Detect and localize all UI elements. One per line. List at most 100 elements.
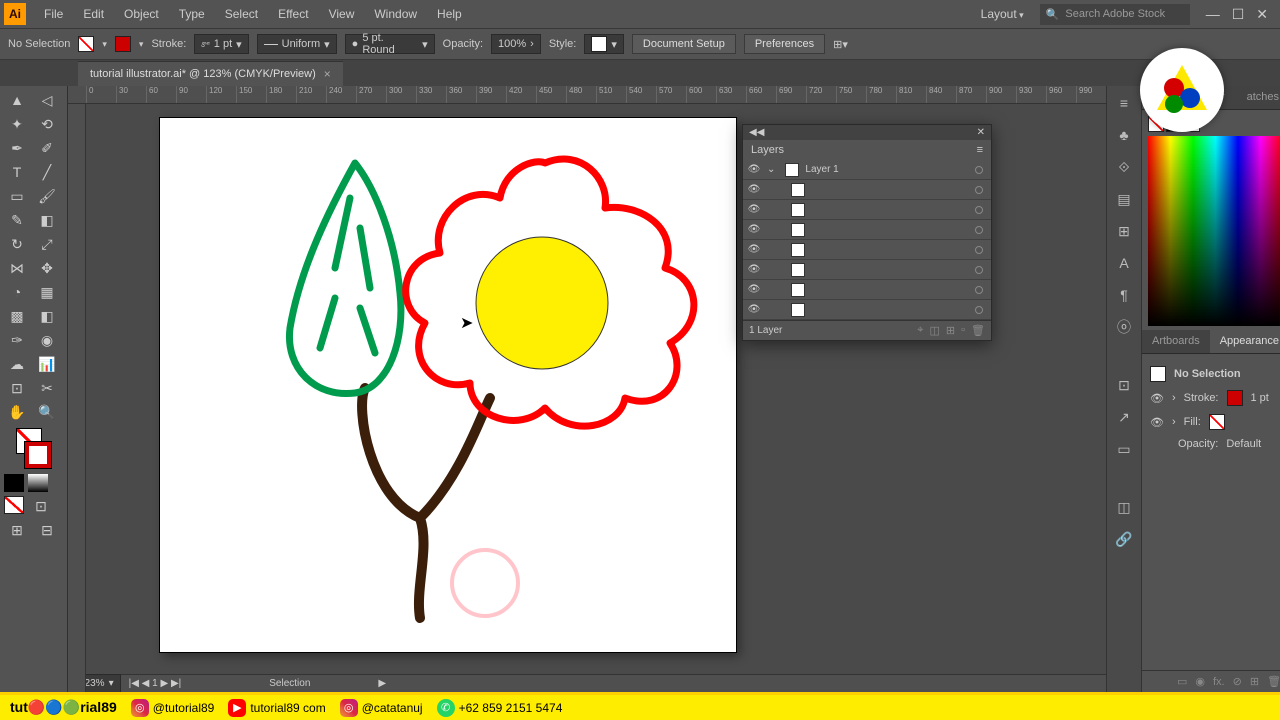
menu-select[interactable]: Select: [215, 3, 268, 25]
layers-tab[interactable]: Layers: [743, 140, 792, 160]
visibility-toggle[interactable]: 👁: [747, 264, 761, 275]
panel-close-icon[interactable]: ✕: [977, 127, 985, 138]
add-stroke-icon[interactable]: ▭: [1177, 675, 1187, 688]
shape-builder-tool[interactable]: ◔: [2, 280, 32, 304]
expand-layer[interactable]: ⌄: [767, 164, 775, 175]
perspective-tool[interactable]: ▦: [32, 280, 62, 304]
menu-type[interactable]: Type: [169, 3, 215, 25]
menu-file[interactable]: File: [34, 3, 73, 25]
fill-dropdown[interactable]: [102, 38, 107, 50]
fill-swatch[interactable]: [78, 36, 94, 52]
lasso-tool[interactable]: ⟲: [32, 112, 62, 136]
target-icon[interactable]: [975, 286, 983, 294]
trash-icon[interactable]: 🗑: [1267, 675, 1280, 688]
mesh-tool[interactable]: ▩: [2, 304, 32, 328]
appear-stroke-swatch[interactable]: [1227, 390, 1243, 406]
properties-icon[interactable]: ≡: [1113, 92, 1135, 114]
target-icon[interactable]: [975, 186, 983, 194]
color-mode-none[interactable]: [4, 496, 24, 514]
close-tab-icon[interactable]: ×: [324, 67, 331, 81]
artboards-panel-icon[interactable]: ▭: [1113, 438, 1135, 460]
menu-edit[interactable]: Edit: [73, 3, 114, 25]
appear-stroke-value[interactable]: 1 pt: [1251, 392, 1269, 404]
opacity-input[interactable]: 100%›: [491, 34, 541, 54]
target-icon[interactable]: [975, 266, 983, 274]
layer-name[interactable]: Layer 1: [805, 164, 838, 175]
tab-appearance[interactable]: Appearance: [1210, 330, 1280, 353]
layer-path-row[interactable]: 👁: [743, 200, 991, 220]
new-layer-icon[interactable]: ▫: [961, 324, 965, 337]
blend-tool[interactable]: ◉: [32, 328, 62, 352]
layer-path-row[interactable]: 👁: [743, 300, 991, 320]
align-panel-icon[interactable]: ▤: [1113, 188, 1135, 210]
layers-panel[interactable]: ◀◀✕ Layers≡ 👁⌄Layer 1👁👁👁👁👁👁👁 1 Layer ⌖ ◫…: [742, 124, 992, 341]
layer-path-row[interactable]: 👁: [743, 240, 991, 260]
edit-toolbar[interactable]: ⊟: [32, 518, 62, 542]
clear-icon[interactable]: ⊘: [1233, 675, 1242, 688]
appear-opacity-value[interactable]: Default: [1226, 438, 1261, 450]
direct-selection-tool[interactable]: ◁: [32, 88, 62, 112]
menu-view[interactable]: View: [319, 3, 365, 25]
type-tool[interactable]: T: [2, 160, 32, 184]
visibility-toggle[interactable]: 👁: [747, 164, 761, 175]
rotate-tool[interactable]: ↻: [2, 232, 32, 256]
stroke-swatch[interactable]: [115, 36, 131, 52]
maximize-button[interactable]: ☐: [1232, 6, 1245, 23]
color-spectrum[interactable]: [1148, 136, 1280, 326]
gradient-tool[interactable]: ◧: [32, 304, 62, 328]
menu-window[interactable]: Window: [364, 3, 427, 25]
shaper-tool[interactable]: ✎: [2, 208, 32, 232]
target-icon[interactable]: [975, 246, 983, 254]
target-icon[interactable]: [975, 166, 983, 174]
asset-export-icon[interactable]: ⊡: [1113, 374, 1135, 396]
paragraph-icon[interactable]: ¶: [1113, 284, 1135, 306]
layer-path-row[interactable]: 👁: [743, 180, 991, 200]
visibility-toggle[interactable]: 👁: [747, 244, 761, 255]
scroll-arrow[interactable]: ▶: [378, 678, 386, 689]
visibility-toggle[interactable]: 👁: [747, 184, 761, 195]
visibility-icon-2[interactable]: 👁: [1150, 416, 1164, 429]
search-stock-input[interactable]: 🔍 Search Adobe Stock: [1040, 4, 1190, 25]
line-tool[interactable]: ╱: [32, 160, 62, 184]
color-mode-gradient[interactable]: [28, 474, 48, 492]
column-graph-tool[interactable]: 📊: [32, 352, 62, 376]
width-tool[interactable]: ⋈: [2, 256, 32, 280]
menu-help[interactable]: Help: [427, 3, 472, 25]
make-clip-icon[interactable]: ◫: [930, 324, 940, 337]
layer-path-row[interactable]: 👁: [743, 260, 991, 280]
fx-icon[interactable]: fx.: [1213, 676, 1225, 688]
glyphs-icon[interactable]: ⓞ: [1113, 316, 1135, 338]
target-icon[interactable]: [975, 306, 983, 314]
expand-icon[interactable]: ›: [1172, 392, 1176, 404]
close-button[interactable]: ✕: [1256, 6, 1268, 23]
screen-mode-2[interactable]: ⊞: [2, 518, 32, 542]
expand-icon-2[interactable]: ›: [1172, 416, 1176, 428]
magic-wand-tool[interactable]: ✦: [2, 112, 32, 136]
transform-icon[interactable]: ⊞: [1113, 220, 1135, 242]
visibility-toggle[interactable]: 👁: [747, 224, 761, 235]
add-fill-icon[interactable]: ◉: [1195, 675, 1205, 688]
eyedropper-tool[interactable]: ✑: [2, 328, 32, 352]
minimize-button[interactable]: —: [1206, 6, 1220, 23]
selection-tool[interactable]: ▲: [2, 88, 32, 112]
rectangle-tool[interactable]: ▭: [2, 184, 32, 208]
layer-path-row[interactable]: 👁: [743, 220, 991, 240]
align-icon[interactable]: ⊞▾: [833, 38, 848, 51]
stroke-indicator[interactable]: [25, 442, 51, 468]
visibility-toggle[interactable]: 👁: [747, 304, 761, 315]
eraser-tool[interactable]: ◧: [32, 208, 62, 232]
scale-tool[interactable]: ⤢: [32, 232, 62, 256]
duplicate-icon[interactable]: ⊞: [1250, 675, 1259, 688]
layers-panel-icon[interactable]: ◫: [1113, 496, 1135, 518]
menu-object[interactable]: Object: [114, 3, 169, 25]
curvature-tool[interactable]: ✐: [32, 136, 62, 160]
artboard-nav[interactable]: |◀ ◀ 1 ▶ ▶|: [129, 678, 182, 689]
visibility-toggle[interactable]: 👁: [747, 284, 761, 295]
tab-artboards[interactable]: Artboards: [1142, 330, 1210, 353]
layer-path-row[interactable]: 👁: [743, 280, 991, 300]
symbols-panel-icon[interactable]: ↗: [1113, 406, 1135, 428]
screen-mode[interactable]: ⊡: [26, 494, 56, 518]
document-tab[interactable]: tutorial illustrator.ai* @ 123% (CMYK/Pr…: [78, 61, 343, 86]
artboard-tool[interactable]: ⊡: [2, 376, 32, 400]
visibility-toggle[interactable]: 👁: [747, 204, 761, 215]
